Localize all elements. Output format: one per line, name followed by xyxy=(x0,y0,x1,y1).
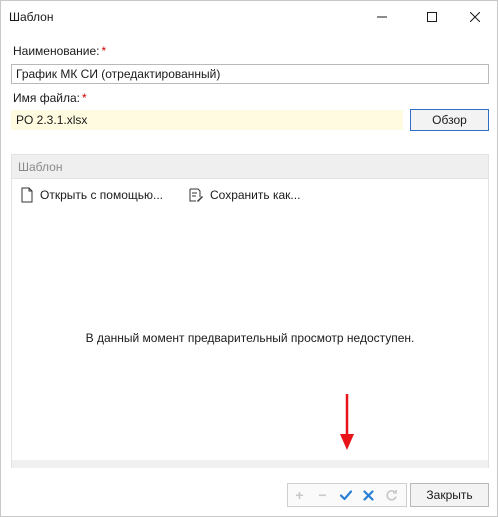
annotation-arrow-icon xyxy=(340,394,354,450)
open-with-label: Открыть с помощью... xyxy=(40,188,164,202)
refresh-button[interactable] xyxy=(380,484,403,506)
record-actions-group: + − xyxy=(287,483,407,507)
close-icon xyxy=(470,12,480,22)
document-icon xyxy=(21,187,33,203)
cross-icon xyxy=(363,489,374,501)
open-with-button[interactable]: Открыть с помощью... xyxy=(20,186,163,204)
template-panel: Шаблон Открыть с помощью... Сохранить ка… xyxy=(11,154,489,468)
maximize-icon xyxy=(427,12,437,22)
template-panel-footer xyxy=(12,460,488,468)
maximize-button[interactable] xyxy=(409,1,455,33)
template-panel-title: Шаблон xyxy=(18,160,63,174)
name-label-text: Наименование: xyxy=(13,44,100,58)
cancel-button[interactable] xyxy=(357,484,380,506)
template-panel-header: Шаблон xyxy=(12,155,488,179)
confirm-button[interactable] xyxy=(334,484,357,506)
close-button[interactable]: Закрыть xyxy=(410,483,489,507)
save-as-button[interactable]: Сохранить как... xyxy=(188,186,300,204)
save-as-label: Сохранить как... xyxy=(210,188,301,202)
minus-icon: − xyxy=(318,487,327,503)
refresh-icon xyxy=(386,489,397,501)
preview-unavailable-message: В данный момент предварительный просмотр… xyxy=(85,331,415,345)
file-label: Имя файла: * xyxy=(13,91,87,105)
name-required-mark: * xyxy=(101,44,107,58)
file-label-text: Имя файла: xyxy=(13,91,80,105)
checkmark-icon xyxy=(339,490,352,501)
minimize-button[interactable] xyxy=(359,1,405,33)
title-bar: Шаблон xyxy=(1,1,497,33)
save-document-icon xyxy=(189,188,203,202)
template-dialog: Шаблон Наименование:* Имя файла:* Обзор … xyxy=(0,0,498,517)
plus-icon: + xyxy=(295,487,304,503)
remove-button[interactable]: − xyxy=(311,484,334,506)
add-button[interactable]: + xyxy=(288,484,311,506)
close-window-button[interactable] xyxy=(452,1,498,33)
name-label: Наименование: * xyxy=(13,44,106,58)
name-input[interactable] xyxy=(11,64,489,84)
bottom-toolbar: + − Закрыть xyxy=(1,470,497,516)
file-required-mark: * xyxy=(81,91,87,105)
minimize-icon xyxy=(377,16,387,18)
window-title: Шаблон xyxy=(9,10,54,24)
file-name-input[interactable] xyxy=(11,110,403,130)
browse-button[interactable]: Обзор xyxy=(410,109,489,131)
dialog-content: Наименование:* Имя файла:* Обзор Шаблон … xyxy=(1,33,497,516)
